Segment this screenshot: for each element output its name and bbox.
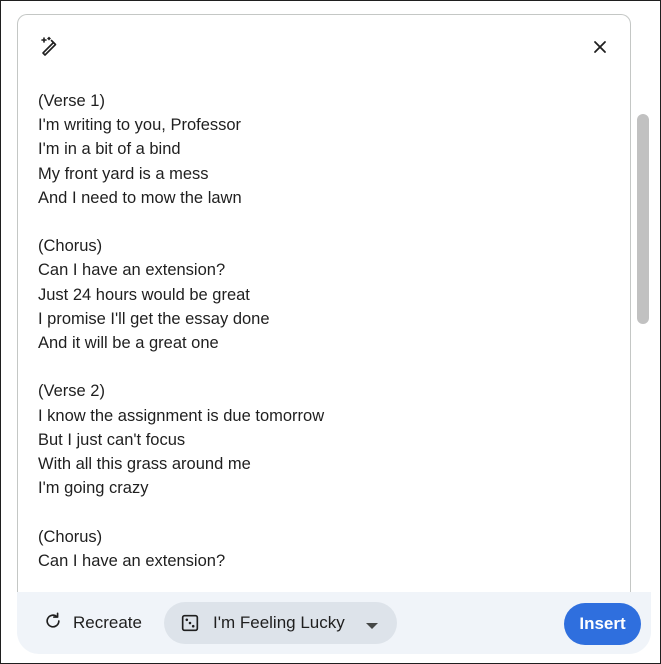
magic-wand-icon [38,35,62,59]
action-bar: Recreate I'm Feeling Lucky Insert [17,592,651,654]
insert-button[interactable]: Insert [564,603,641,645]
close-icon[interactable] [588,35,612,59]
caret-down-icon[interactable] [365,617,379,637]
refresh-icon [43,611,63,636]
dice-icon [179,612,201,634]
generated-text-area[interactable]: (Verse 1) I'm writing to you, Professor … [18,83,630,592]
feeling-lucky-button[interactable]: I'm Feeling Lucky [164,602,397,644]
scrollbar-thumb[interactable] [637,114,649,324]
help-me-write-dialog: (Verse 1) I'm writing to you, Professor … [17,14,631,592]
feeling-lucky-label: I'm Feeling Lucky [213,613,345,632]
recreate-label: Recreate [73,613,142,632]
recreate-button[interactable]: Recreate [37,603,155,643]
generated-lyrics: (Verse 1) I'm writing to you, Professor … [38,92,325,570]
